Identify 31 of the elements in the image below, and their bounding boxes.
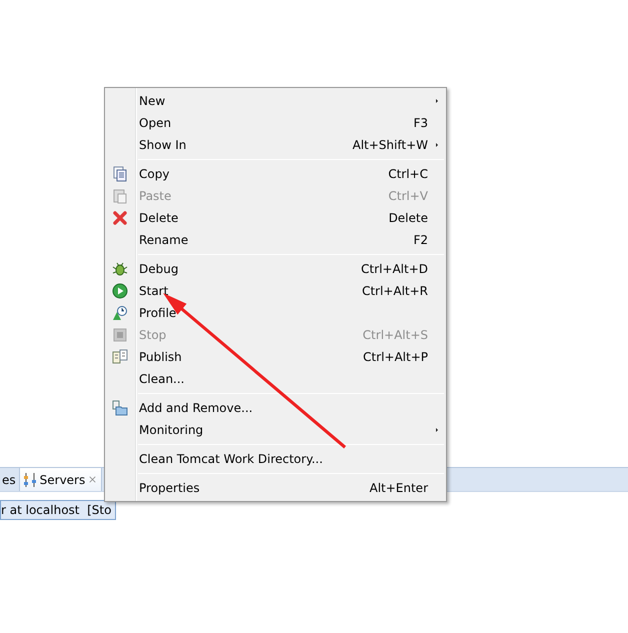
play-icon (112, 283, 128, 299)
servers-icon (22, 472, 38, 488)
folder-icon (112, 400, 128, 416)
menu-item[interactable]: Show In Alt+Shift+W (105, 134, 446, 156)
copy-icon (112, 166, 128, 182)
menu-item[interactable]: Start Ctrl+Alt+R (105, 280, 446, 302)
stopwatch-icon (112, 305, 128, 321)
menu-item[interactable]: Properties Alt+Enter (105, 477, 446, 499)
menu-item[interactable]: Open F3 (105, 112, 446, 134)
delete-icon (112, 210, 128, 226)
bug-icon (112, 261, 128, 277)
submenu-arrow-icon (433, 426, 441, 434)
submenu-arrow-icon (433, 141, 441, 149)
menu-item[interactable]: Delete Delete (105, 207, 446, 229)
menu-item[interactable]: New (105, 90, 446, 112)
menu-item[interactable]: Monitoring (105, 419, 446, 441)
menu-item[interactable]: Clean... (105, 368, 446, 390)
submenu-arrow-icon (433, 97, 441, 105)
publish-icon (112, 349, 128, 365)
close-icon[interactable] (87, 474, 98, 485)
menu-item[interactable]: Publish Ctrl+Alt+P (105, 346, 446, 368)
panel-tab[interactable]: Servers (20, 468, 102, 491)
menu-item[interactable]: Copy Ctrl+C (105, 163, 446, 185)
menu-item[interactable]: Clean Tomcat Work Directory... (105, 448, 446, 470)
paste-icon (112, 188, 128, 204)
menu-item[interactable]: Profile (105, 302, 446, 324)
menu-item[interactable]: Rename F2 (105, 229, 446, 251)
menu-item[interactable]: Add and Remove... (105, 397, 446, 419)
server-row[interactable]: r at localhost [Sto (0, 500, 116, 520)
menu-item[interactable]: Debug Ctrl+Alt+D (105, 258, 446, 280)
stop-icon (112, 327, 128, 343)
